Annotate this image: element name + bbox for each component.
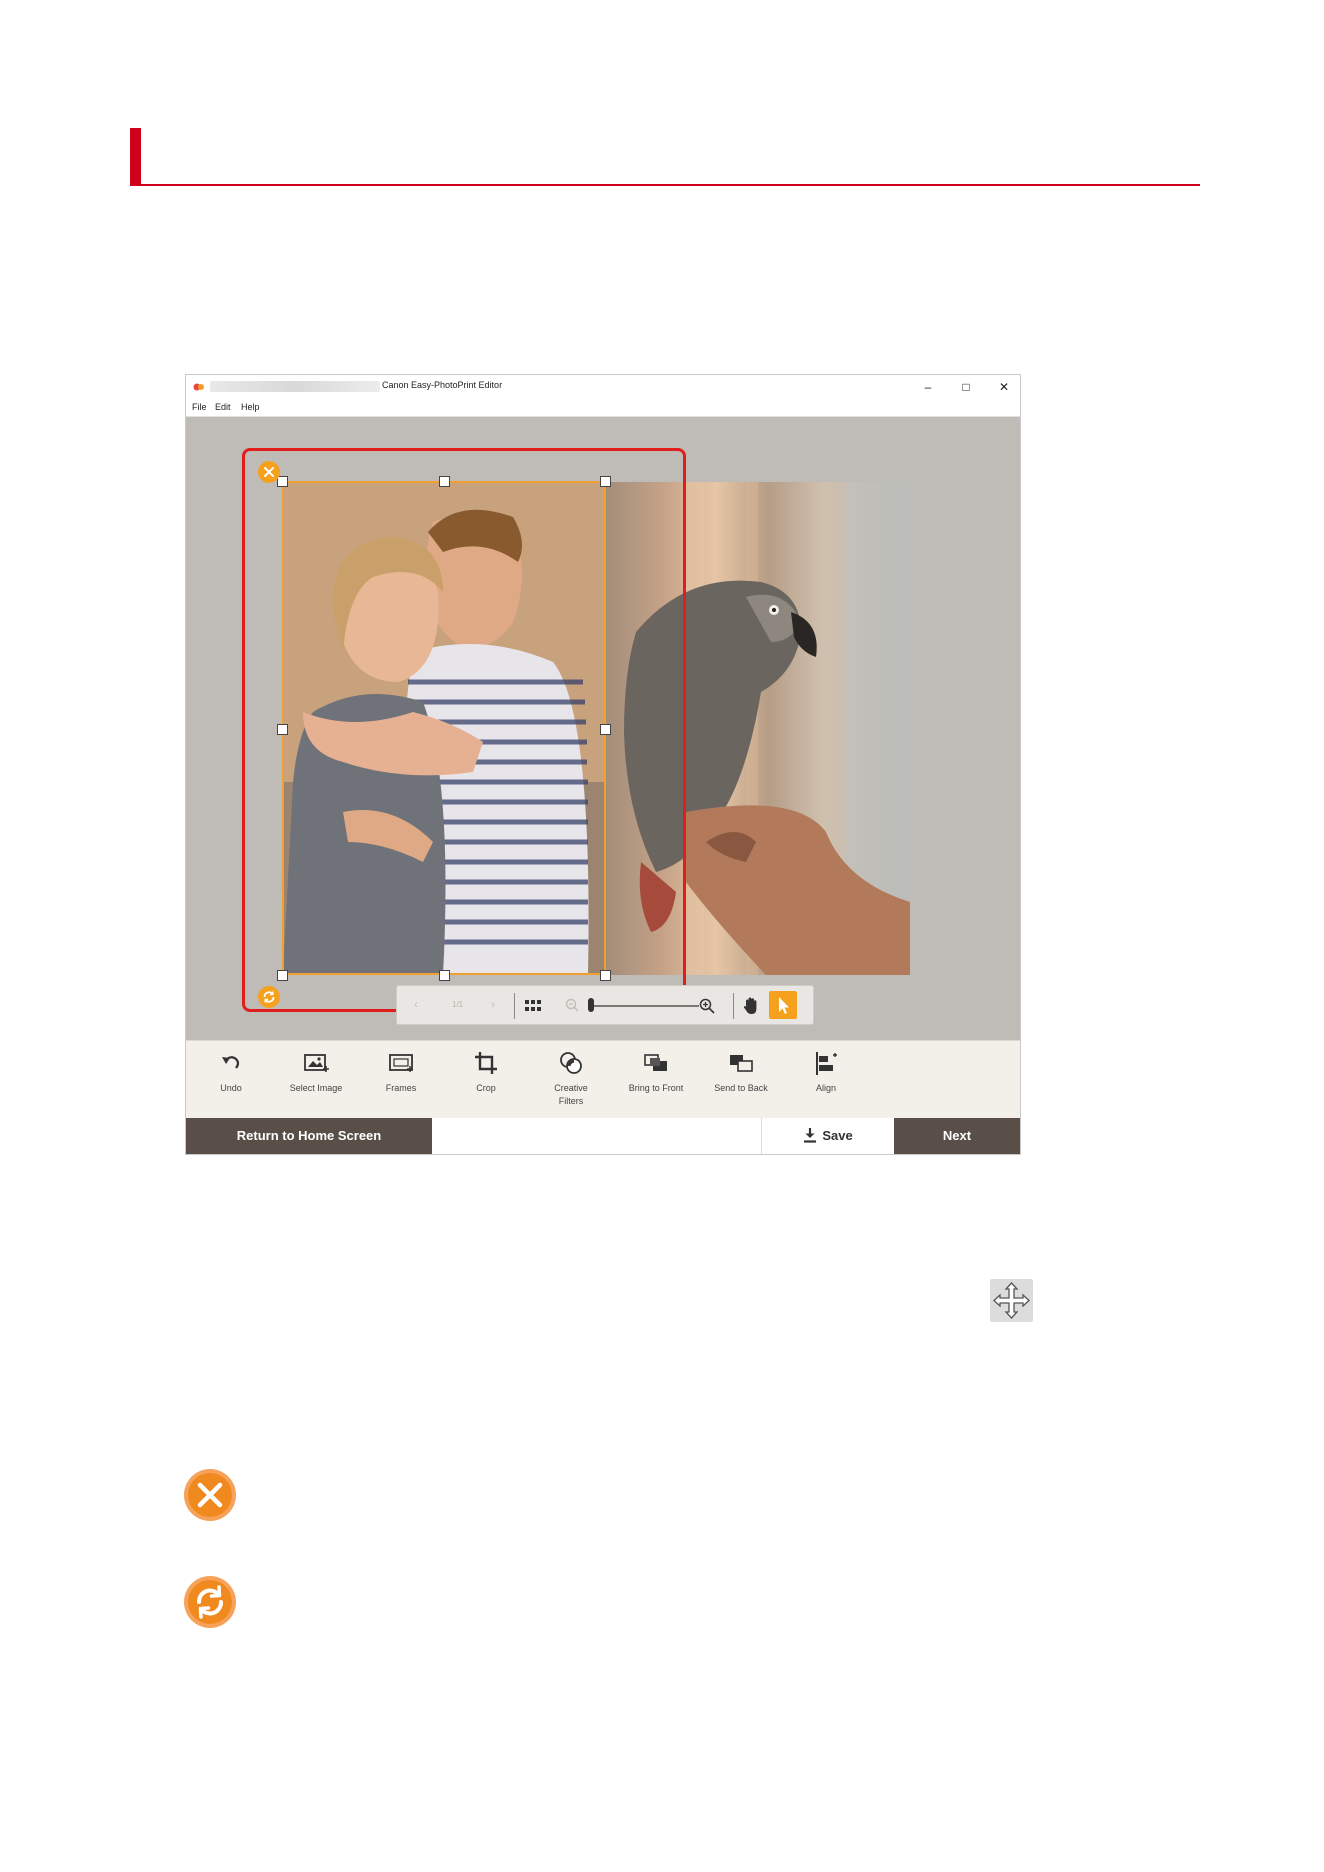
menu-bar: File Edit Help — [186, 399, 1020, 417]
select-pointer-button[interactable] — [769, 991, 797, 1019]
maximize-button[interactable]: □ — [952, 377, 980, 397]
align-tool[interactable]: Align — [786, 1049, 866, 1095]
undo-tool[interactable]: Undo — [191, 1049, 271, 1095]
app-title: Canon Easy-PhotoPrint Editor — [382, 380, 503, 390]
edit-canvas: ‹ 1/1 › — [186, 417, 1020, 1040]
next-page-icon[interactable]: › — [491, 997, 495, 1011]
zoom-in-icon[interactable] — [699, 998, 715, 1014]
editing-toolbar: Undo Select Image Frames Crop Creative F… — [186, 1040, 1020, 1119]
undo-icon — [222, 1056, 240, 1069]
heading-rule — [130, 184, 1200, 186]
blurred-file-name — [210, 381, 380, 392]
next-button[interactable]: Next — [894, 1118, 1020, 1154]
return-home-button[interactable]: Return to Home Screen — [186, 1118, 432, 1154]
bring-to-front-icon — [644, 1054, 667, 1071]
move-cursor-icon — [990, 1279, 1033, 1322]
close-icon — [264, 467, 274, 477]
zoom-slider-thumb[interactable] — [588, 998, 594, 1012]
grid-view-icon[interactable] — [524, 999, 542, 1013]
minimize-button[interactable]: – — [914, 377, 942, 397]
download-icon — [804, 1128, 817, 1143]
zoom-toolbar: ‹ 1/1 › — [396, 985, 814, 1025]
divider — [514, 993, 515, 1019]
highlight-outline — [242, 448, 686, 1012]
select-image-icon — [304, 1054, 329, 1072]
zoom-slider[interactable] — [591, 1005, 699, 1007]
hand-pan-icon[interactable] — [742, 996, 760, 1016]
rotate-circle-icon — [184, 1576, 236, 1628]
rotate-icon — [263, 991, 275, 1003]
align-icon — [816, 1052, 837, 1075]
close-button[interactable]: ✕ — [990, 377, 1018, 397]
delete-button[interactable] — [258, 461, 280, 483]
frames-icon — [389, 1054, 413, 1072]
bring-to-front-tool[interactable]: Bring to Front — [616, 1049, 696, 1095]
select-image-tool[interactable]: Select Image — [276, 1049, 356, 1095]
send-to-back-tool[interactable]: Send to Back — [701, 1049, 781, 1095]
rotate-button[interactable] — [258, 986, 280, 1008]
delete-circle-icon — [184, 1469, 236, 1521]
divider — [733, 993, 734, 1019]
app-window: Canon Easy-PhotoPrint Editor – □ ✕ File … — [185, 374, 1021, 1155]
creative-filters-tool[interactable]: Creative Filters — [531, 1049, 611, 1108]
creative-filters-icon — [560, 1052, 582, 1074]
crop-tool[interactable]: Crop — [446, 1049, 526, 1095]
save-button[interactable]: Save — [761, 1118, 894, 1154]
action-bar: Return to Home Screen Save Next — [186, 1118, 1020, 1154]
heading-accent-bar — [130, 128, 141, 186]
pointer-icon — [779, 997, 789, 1014]
page-counter: 1/1 — [452, 1000, 464, 1009]
menu-edit[interactable]: Edit — [215, 402, 231, 412]
frames-tool[interactable]: Frames — [361, 1049, 441, 1095]
app-logo-icon — [193, 383, 204, 391]
title-bar: Canon Easy-PhotoPrint Editor – □ ✕ — [186, 375, 1020, 399]
menu-file[interactable]: File — [192, 402, 207, 412]
menu-help[interactable]: Help — [241, 402, 260, 412]
previous-page-icon[interactable]: ‹ — [414, 997, 418, 1011]
crop-icon — [475, 1052, 497, 1074]
zoom-out-icon[interactable] — [565, 998, 579, 1012]
send-to-back-icon — [730, 1055, 753, 1072]
move-arrows-icon — [993, 1282, 1030, 1319]
